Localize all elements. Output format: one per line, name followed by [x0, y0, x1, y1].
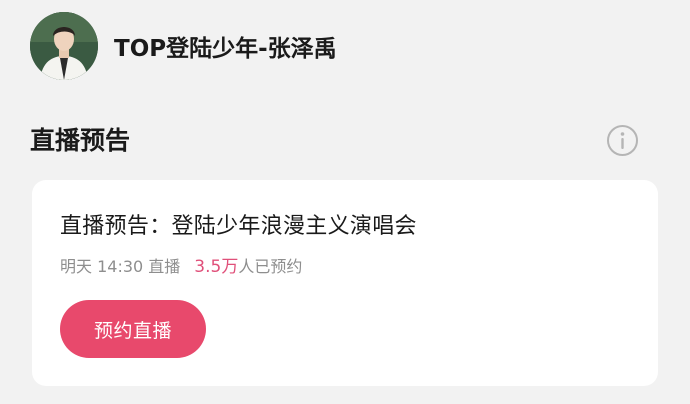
reservation-count: 3.5万	[194, 257, 239, 277]
card-title: 直播预告：登陆少年浪漫主义演唱会	[60, 214, 417, 239]
reservation-suffix: 人已预约	[238, 257, 303, 276]
reserve-live-button[interactable]: 预约直播	[60, 300, 206, 358]
card-meta: 明天 14:30 直播 3.5万人已预约	[60, 252, 302, 277]
schedule-text: 明天 14:30 直播	[60, 257, 181, 276]
section-title: 直播预告	[30, 126, 131, 155]
info-circle-icon[interactable]	[606, 124, 639, 157]
live-preview-card[interactable]: 直播预告：登陆少年浪漫主义演唱会 明天 14:30 直播 3.5万人已预约 预约直…	[32, 180, 658, 386]
live-preview-page: TOP登陆少年-张泽禹 直播预告 直播预告：登陆少年浪漫主义演唱会 明天 14:…	[0, 0, 690, 404]
user-avatar-icon	[30, 12, 98, 80]
profile-name[interactable]: TOP登陆少年-张泽禹	[114, 29, 337, 63]
profile-header[interactable]: TOP登陆少年-张泽禹	[30, 12, 337, 80]
avatar[interactable]	[30, 12, 98, 80]
